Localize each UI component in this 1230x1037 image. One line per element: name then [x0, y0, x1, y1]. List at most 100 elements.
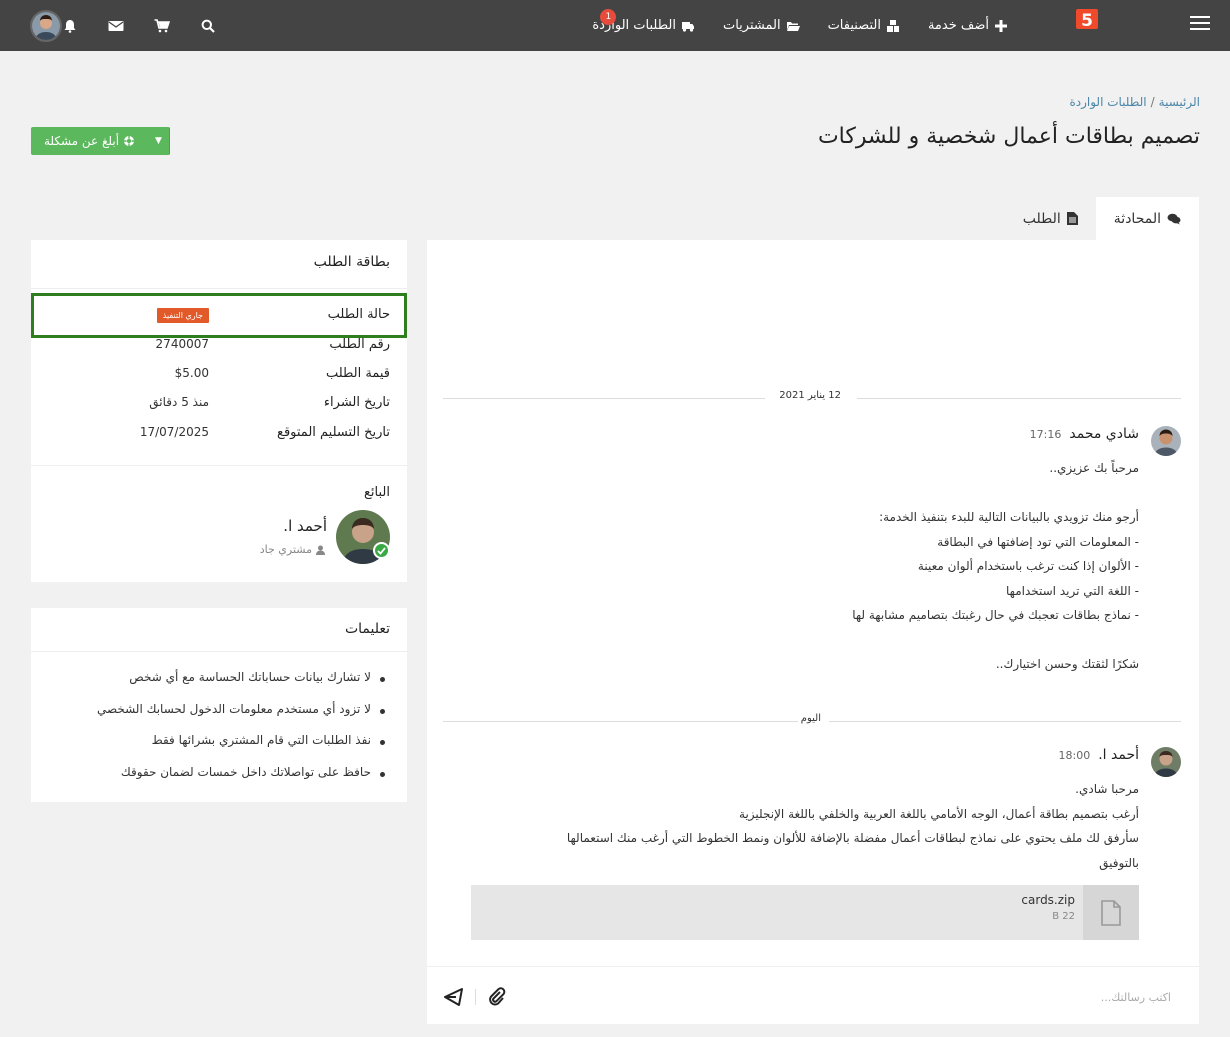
toolbar-icons	[30, 0, 246, 51]
chevron-down-icon[interactable]: ▼	[148, 127, 170, 155]
seller-role: مشتري جاد	[260, 543, 325, 556]
breadcrumb-current[interactable]: الطلبات الواردة	[1069, 95, 1146, 109]
message-line: - اللغة التي تريد استخدامها	[1006, 583, 1139, 598]
sender-name[interactable]: شادي محمد	[1069, 426, 1139, 442]
attachment-meta: cards.zip 22 B	[1013, 885, 1083, 940]
message-line: - نماذج بطاقات تعجبك في حال رغبتك بتصامي…	[852, 608, 1139, 622]
message-line: مرحبا شادي.	[1075, 782, 1139, 796]
life-ring-icon	[124, 136, 135, 146]
report-problem-main[interactable]: أبلغ عن مشكلة	[31, 127, 148, 155]
order-price-row: قيمة الطلب $5.00	[48, 366, 390, 388]
message-line	[459, 481, 1139, 506]
nav-purchases[interactable]: المشتريات	[723, 18, 800, 33]
tab-conversation-label: المحادثة	[1113, 210, 1161, 227]
list-item: لا تزود أي مستخدم معلومات الدخول لحسابك …	[97, 702, 386, 734]
folder-open-icon	[786, 21, 800, 31]
order-number-label: رقم الطلب	[329, 337, 390, 352]
composer-divider	[475, 989, 476, 1005]
delivery-date-value: 17/07/2025	[139, 425, 209, 439]
message-line: شكرًا لثقتك وحسن اختيارك..	[995, 657, 1139, 671]
message-line: - الألوان إذا كنت ترغب باستخدام ألوان مع…	[917, 559, 1139, 573]
nav-incoming-orders[interactable]: الطلبات الواردة 1	[592, 9, 695, 33]
menu-icon[interactable]	[1190, 16, 1210, 32]
file-icon	[1083, 885, 1139, 940]
divider	[31, 465, 407, 466]
tab-order-label: الطلب	[1022, 210, 1061, 227]
divider	[31, 651, 407, 652]
message-composer	[427, 966, 1199, 1024]
user-icon	[316, 545, 325, 555]
report-problem-label: أبلغ عن مشكلة	[43, 134, 120, 148]
delivery-date-row: تاريخ التسليم المتوقع 17/07/2025	[48, 425, 390, 447]
nav-categories-label: التصنيفات	[827, 18, 881, 33]
conversation-panel: 12 يناير 2021 شادي محمد 17:16 مرحباً بك …	[427, 240, 1199, 1024]
date-separator-label: 12 يناير 2021	[779, 390, 841, 401]
file-icon	[1066, 212, 1078, 225]
breadcrumb-home[interactable]: الرئيسية	[1159, 95, 1200, 109]
message-header: شادي محمد 17:16	[1030, 426, 1139, 442]
order-status-label: حالة الطلب	[327, 307, 390, 322]
message-line: أرغب بتصميم بطاقة أعمال، الوجه الأمامي ب…	[739, 806, 1139, 821]
seller-name[interactable]: أحمد ا.	[283, 517, 327, 535]
khamsat-logo[interactable]: خمسات 5	[1030, 6, 1156, 44]
verified-icon	[373, 542, 390, 559]
nav-add-service-label: أضف خدمة	[927, 18, 989, 33]
message-line: بالتوفيق	[1099, 855, 1139, 870]
user-avatar[interactable]	[30, 9, 62, 42]
nav-add-service[interactable]: أضف خدمة	[928, 18, 1008, 33]
order-card: بطاقة الطلب حالة الطلب جاري التنفيذ رقم …	[31, 240, 407, 582]
date-separator: 12 يناير 2021	[443, 388, 1181, 408]
instructions-card: تعليمات لا تشارك بيانات حساباتك الحساسة …	[31, 608, 407, 802]
sender-avatar	[1151, 747, 1181, 777]
instructions-list: لا تشارك بيانات حساباتك الحساسة مع أي شخ…	[97, 670, 386, 796]
sender-name[interactable]: أحمد ا.	[1098, 747, 1139, 763]
message-body: مرحباً بك عزيزي.. أرجو منك تزويدي بالبيا…	[459, 456, 1139, 677]
list-item: نفذ الطلبات التي قام المشتري بشرائها فقط	[97, 733, 386, 765]
order-price-label: قيمة الطلب	[325, 366, 390, 381]
date-separator: اليوم	[443, 711, 1181, 731]
order-price-value: $5.00	[174, 366, 209, 380]
attachment-name[interactable]: cards.zip	[1021, 893, 1075, 907]
main-nav: أضف خدمة التصنيفات المشتريات الطلبات الو…	[564, 0, 1008, 51]
order-number-value: 2740007	[155, 337, 209, 351]
plus-icon	[995, 19, 1007, 32]
message-time: 18:00	[1058, 749, 1091, 762]
list-item: لا تشارك بيانات حساباتك الحساسة مع أي شخ…	[97, 670, 386, 702]
search-icon[interactable]	[200, 18, 216, 34]
send-icon[interactable]	[443, 987, 463, 1007]
envelope-icon[interactable]	[108, 18, 124, 34]
message-input[interactable]	[611, 985, 1171, 1009]
cart-icon[interactable]	[154, 18, 170, 34]
purchase-date-label: تاريخ الشراء	[323, 395, 390, 410]
svg-text:5: 5	[1081, 11, 1093, 31]
status-badge: جاري التنفيذ	[156, 308, 209, 323]
order-status-row: حالة الطلب جاري التنفيذ	[48, 307, 390, 329]
paperclip-icon[interactable]	[487, 987, 507, 1007]
order-tabs: المحادثة الطلب	[1005, 197, 1199, 240]
message-header: أحمد ا. 18:00	[1059, 747, 1139, 763]
nav-categories[interactable]: التصنيفات	[828, 18, 900, 33]
sender-avatar	[1151, 426, 1181, 456]
order-number-row: رقم الطلب 2740007	[48, 337, 390, 359]
nav-purchases-label: المشتريات	[722, 18, 781, 33]
top-navbar: خمسات 5 أضف خدمة التصنيفات المشتريات الط…	[0, 0, 1230, 51]
order-card-title: بطاقة الطلب	[313, 254, 390, 270]
message-line: أرجو منك تزويدي بالبيانات التالية للبدء …	[879, 510, 1139, 524]
purchase-date-value: منذ 5 دقائق	[149, 395, 209, 409]
message-line: سأرفق لك ملف يحتوي على نماذج لبطاقات أعم…	[566, 831, 1139, 845]
tab-conversation[interactable]: المحادثة	[1095, 197, 1199, 240]
message-body: مرحبا شادي. أرغب بتصميم بطاقة أعمال، الو…	[459, 777, 1139, 875]
delivery-date-label: تاريخ التسليم المتوقع	[277, 425, 390, 440]
tab-order[interactable]: الطلب	[1005, 197, 1096, 240]
instructions-title: تعليمات	[344, 621, 390, 637]
file-attachment[interactable]: cards.zip 22 B	[471, 885, 1139, 940]
date-separator-label: اليوم	[800, 713, 821, 724]
page-title: تصميم بطاقات أعمال شخصية و للشركات	[817, 124, 1200, 149]
chat-message: شادي محمد 17:16 مرحباً بك عزيزي.. أرجو م…	[461, 426, 1181, 686]
bell-icon[interactable]	[62, 18, 78, 34]
purchase-date-row: تاريخ الشراء منذ 5 دقائق	[48, 395, 390, 417]
breadcrumb: الرئيسية / الطلبات الواردة	[1069, 95, 1200, 109]
seller-heading: البائع	[364, 485, 390, 500]
attachment-size: 22 B	[1052, 911, 1075, 922]
report-problem-button[interactable]: أبلغ عن مشكلة ▼	[31, 127, 170, 155]
